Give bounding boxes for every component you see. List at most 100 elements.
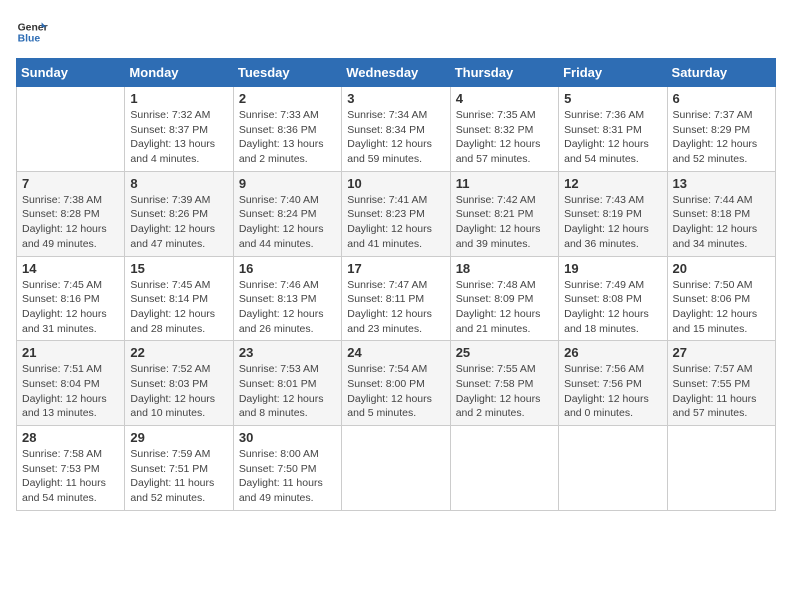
- day-info: Sunrise: 7:59 AMSunset: 7:51 PMDaylight:…: [130, 447, 227, 506]
- page-header: General Blue: [16, 16, 776, 48]
- day-info: Sunrise: 7:36 AMSunset: 8:31 PMDaylight:…: [564, 108, 661, 167]
- calendar-week-row: 14Sunrise: 7:45 AMSunset: 8:16 PMDayligh…: [17, 256, 776, 341]
- weekday-header-thursday: Thursday: [450, 59, 558, 87]
- calendar-cell: 17Sunrise: 7:47 AMSunset: 8:11 PMDayligh…: [342, 256, 450, 341]
- day-number: 22: [130, 345, 227, 360]
- calendar-cell: 25 Sunrise: 7:55 AMSunset: 7:58 PMDayligh…: [450, 341, 558, 426]
- day-info: Sunrise: 7:40 AMSunset: 8:24 PMDaylight:…: [239, 193, 336, 252]
- day-info: Sunrise: 7:45 AMSunset: 8:14 PMDaylight:…: [130, 278, 227, 337]
- calendar-cell: 8 Sunrise: 7:39 AMSunset: 8:26 PMDaylight…: [125, 171, 233, 256]
- day-info: Sunrise: 7:56 AMSunset: 7:56 PMDaylight:…: [564, 362, 661, 421]
- calendar-cell: 20 Sunrise: 7:50 AMSunset: 8:06 PMDayligh…: [667, 256, 775, 341]
- calendar-cell: 3Sunrise: 7:34 AMSunset: 8:34 PMDaylight…: [342, 87, 450, 172]
- day-info: Sunrise: 7:55 AMSunset: 7:58 PMDaylight:…: [456, 362, 553, 421]
- day-number: 11: [456, 176, 553, 191]
- weekday-header-friday: Friday: [559, 59, 667, 87]
- day-number: 6: [673, 91, 770, 106]
- day-info: Sunrise: 7:43 AMSunset: 8:19 PMDaylight:…: [564, 193, 661, 252]
- day-info: Sunrise: 7:34 AMSunset: 8:34 PMDaylight:…: [347, 108, 444, 167]
- weekday-header-monday: Monday: [125, 59, 233, 87]
- calendar-table: SundayMondayTuesdayWednesdayThursdayFrid…: [16, 58, 776, 511]
- day-number: 26: [564, 345, 661, 360]
- day-number: 21: [22, 345, 119, 360]
- day-info: Sunrise: 7:32 AMSunset: 8:37 PMDaylight:…: [130, 108, 227, 167]
- day-info: Sunrise: 7:37 AMSunset: 8:29 PMDaylight:…: [673, 108, 770, 167]
- calendar-cell: [559, 426, 667, 511]
- calendar-cell: [17, 87, 125, 172]
- day-info: Sunrise: 7:57 AMSunset: 7:55 PMDaylight:…: [673, 362, 770, 421]
- day-info: Sunrise: 7:42 AMSunset: 8:21 PMDaylight:…: [456, 193, 553, 252]
- day-number: 16: [239, 261, 336, 276]
- day-number: 30: [239, 430, 336, 445]
- day-number: 20: [673, 261, 770, 276]
- day-number: 4: [456, 91, 553, 106]
- day-number: 7: [22, 176, 119, 191]
- calendar-cell: 28 Sunrise: 7:58 AMSunset: 7:53 PMDayligh…: [17, 426, 125, 511]
- weekday-header-saturday: Saturday: [667, 59, 775, 87]
- calendar-cell: 12 Sunrise: 7:43 AMSunset: 8:19 PMDayligh…: [559, 171, 667, 256]
- calendar-cell: 18 Sunrise: 7:48 AMSunset: 8:09 PMDayligh…: [450, 256, 558, 341]
- weekday-header-wednesday: Wednesday: [342, 59, 450, 87]
- day-number: 24: [347, 345, 444, 360]
- day-number: 5: [564, 91, 661, 106]
- day-number: 12: [564, 176, 661, 191]
- day-number: 18: [456, 261, 553, 276]
- calendar-cell: 2 Sunrise: 7:33 AMSunset: 8:36 PMDaylight…: [233, 87, 341, 172]
- day-info: Sunrise: 8:00 AMSunset: 7:50 PMDaylight:…: [239, 447, 336, 506]
- calendar-week-row: 1Sunrise: 7:32 AMSunset: 8:37 PMDaylight…: [17, 87, 776, 172]
- day-number: 27: [673, 345, 770, 360]
- day-number: 2: [239, 91, 336, 106]
- day-info: Sunrise: 7:54 AMSunset: 8:00 PMDaylight:…: [347, 362, 444, 421]
- calendar-cell: 24 Sunrise: 7:54 AMSunset: 8:00 PMDayligh…: [342, 341, 450, 426]
- calendar-cell: 23 Sunrise: 7:53 AMSunset: 8:01 PMDayligh…: [233, 341, 341, 426]
- calendar-cell: 14Sunrise: 7:45 AMSunset: 8:16 PMDayligh…: [17, 256, 125, 341]
- calendar-cell: 15 Sunrise: 7:45 AMSunset: 8:14 PMDayligh…: [125, 256, 233, 341]
- day-info: Sunrise: 7:58 AMSunset: 7:53 PMDaylight:…: [22, 447, 119, 506]
- day-info: Sunrise: 7:35 AMSunset: 8:32 PMDaylight:…: [456, 108, 553, 167]
- day-info: Sunrise: 7:47 AMSunset: 8:11 PMDaylight:…: [347, 278, 444, 337]
- day-number: 28: [22, 430, 119, 445]
- calendar-cell: 21 Sunrise: 7:51 AMSunset: 8:04 PMDayligh…: [17, 341, 125, 426]
- day-info: Sunrise: 7:49 AMSunset: 8:08 PMDaylight:…: [564, 278, 661, 337]
- day-info: Sunrise: 7:46 AMSunset: 8:13 PMDaylight:…: [239, 278, 336, 337]
- day-number: 15: [130, 261, 227, 276]
- calendar-cell: [450, 426, 558, 511]
- day-info: Sunrise: 7:33 AMSunset: 8:36 PMDaylight:…: [239, 108, 336, 167]
- calendar-cell: 7 Sunrise: 7:38 AMSunset: 8:28 PMDaylight…: [17, 171, 125, 256]
- logo: General Blue: [16, 16, 48, 48]
- day-number: 19: [564, 261, 661, 276]
- weekday-header-row: SundayMondayTuesdayWednesdayThursdayFrid…: [17, 59, 776, 87]
- calendar-cell: [667, 426, 775, 511]
- calendar-cell: 1Sunrise: 7:32 AMSunset: 8:37 PMDaylight…: [125, 87, 233, 172]
- calendar-cell: 10Sunrise: 7:41 AMSunset: 8:23 PMDayligh…: [342, 171, 450, 256]
- day-info: Sunrise: 7:50 AMSunset: 8:06 PMDaylight:…: [673, 278, 770, 337]
- calendar-week-row: 7 Sunrise: 7:38 AMSunset: 8:28 PMDaylight…: [17, 171, 776, 256]
- svg-text:Blue: Blue: [18, 34, 41, 45]
- day-info: Sunrise: 7:39 AMSunset: 8:26 PMDaylight:…: [130, 193, 227, 252]
- day-info: Sunrise: 7:38 AMSunset: 8:28 PMDaylight:…: [22, 193, 119, 252]
- calendar-cell: 19 Sunrise: 7:49 AMSunset: 8:08 PMDayligh…: [559, 256, 667, 341]
- calendar-cell: 29Sunrise: 7:59 AMSunset: 7:51 PMDayligh…: [125, 426, 233, 511]
- day-info: Sunrise: 7:51 AMSunset: 8:04 PMDaylight:…: [22, 362, 119, 421]
- day-number: 9: [239, 176, 336, 191]
- calendar-cell: 26 Sunrise: 7:56 AMSunset: 7:56 PMDayligh…: [559, 341, 667, 426]
- day-info: Sunrise: 7:53 AMSunset: 8:01 PMDaylight:…: [239, 362, 336, 421]
- day-number: 8: [130, 176, 227, 191]
- svg-text:General: General: [18, 22, 48, 33]
- day-number: 10: [347, 176, 444, 191]
- calendar-cell: 4 Sunrise: 7:35 AMSunset: 8:32 PMDaylight…: [450, 87, 558, 172]
- day-info: Sunrise: 7:45 AMSunset: 8:16 PMDaylight:…: [22, 278, 119, 337]
- calendar-cell: 6 Sunrise: 7:37 AMSunset: 8:29 PMDaylight…: [667, 87, 775, 172]
- day-number: 13: [673, 176, 770, 191]
- calendar-cell: 16 Sunrise: 7:46 AMSunset: 8:13 PMDayligh…: [233, 256, 341, 341]
- calendar-cell: 13Sunrise: 7:44 AMSunset: 8:18 PMDayligh…: [667, 171, 775, 256]
- day-number: 23: [239, 345, 336, 360]
- day-number: 25: [456, 345, 553, 360]
- logo-icon: General Blue: [16, 16, 48, 48]
- calendar-week-row: 21 Sunrise: 7:51 AMSunset: 8:04 PMDayligh…: [17, 341, 776, 426]
- calendar-cell: 22 Sunrise: 7:52 AMSunset: 8:03 PMDayligh…: [125, 341, 233, 426]
- calendar-cell: 11 Sunrise: 7:42 AMSunset: 8:21 PMDayligh…: [450, 171, 558, 256]
- day-info: Sunrise: 7:52 AMSunset: 8:03 PMDaylight:…: [130, 362, 227, 421]
- day-info: Sunrise: 7:48 AMSunset: 8:09 PMDaylight:…: [456, 278, 553, 337]
- calendar-cell: 9 Sunrise: 7:40 AMSunset: 8:24 PMDaylight…: [233, 171, 341, 256]
